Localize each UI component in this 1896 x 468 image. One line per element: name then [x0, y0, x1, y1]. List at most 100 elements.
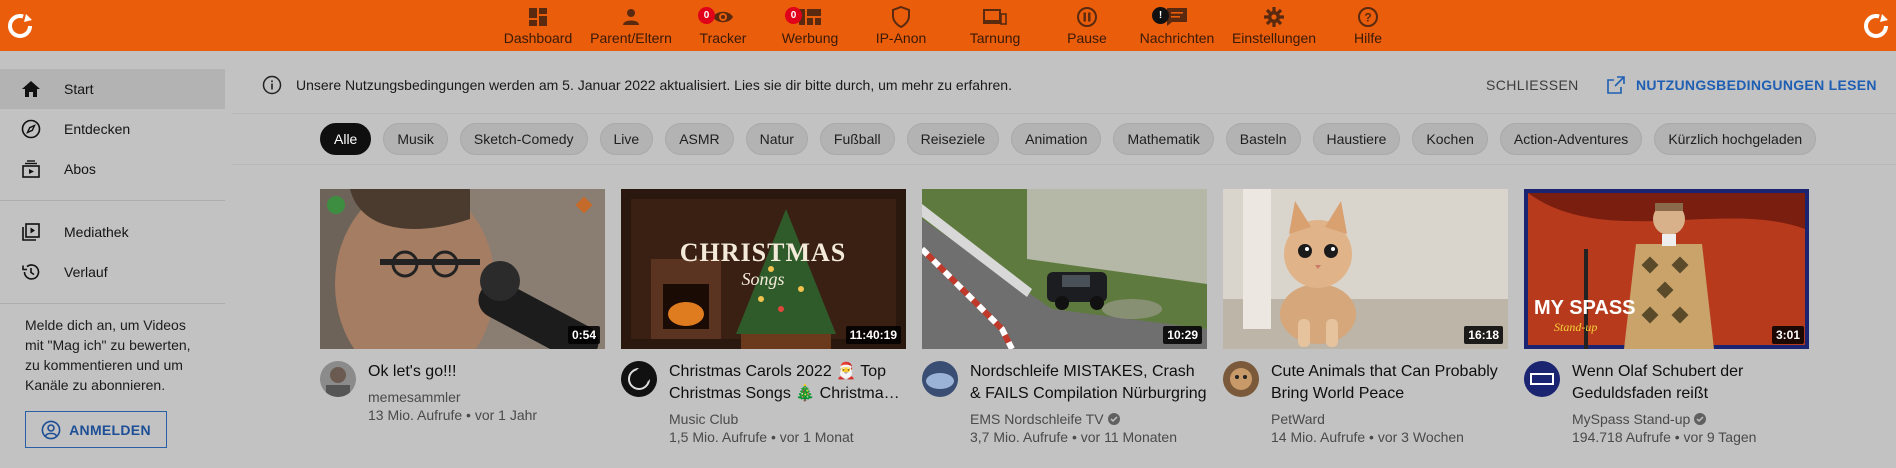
video-card[interactable]: CHRISTMAS Songs 11:40:19 Christmas Carol… — [621, 189, 906, 445]
channel-name[interactable]: Music Club — [669, 411, 738, 427]
sidebar: Start Entdecken Abos Mediathek Verlauf M… — [0, 51, 232, 468]
chip-action-adventures[interactable]: Action-Adventures — [1499, 123, 1643, 155]
video-thumbnail[interactable]: CHRISTMAS Songs 11:40:19 — [621, 189, 906, 349]
channel-name[interactable]: PetWard — [1271, 411, 1325, 427]
toolbar-dashboard[interactable]: Dashboard — [495, 0, 581, 51]
refresh-icon[interactable] — [4, 10, 36, 42]
chip-alle[interactable]: Alle — [320, 123, 372, 155]
channel-avatar[interactable] — [1524, 361, 1560, 397]
chip-animation[interactable]: Animation — [1011, 123, 1102, 155]
message-alert-badge: ! — [1152, 7, 1169, 24]
toolbar-ip-anon[interactable]: IP-Anon — [855, 0, 947, 51]
thumb-text: CHRISTMAS — [680, 238, 846, 267]
channel-avatar[interactable] — [320, 361, 356, 397]
channel-avatar[interactable] — [922, 361, 958, 397]
toolbar-label: Tracker — [699, 30, 747, 46]
banner-message: Unsere Nutzungsbedingungen werden am 5. … — [296, 77, 1012, 93]
sidebar-item-label: Mediathek — [64, 224, 129, 240]
video-stats: 1,5 Mio. Aufrufe • vor 1 Monat — [669, 429, 854, 445]
sidebar-item-label: Entdecken — [64, 121, 131, 137]
chip-sketch-comedy[interactable]: Sketch-Comedy — [459, 123, 588, 155]
video-title[interactable]: Ok let's go!!! — [368, 361, 605, 383]
toolbar-parent[interactable]: Parent/Eltern — [581, 0, 681, 51]
channel-name[interactable]: memesammler — [368, 389, 461, 405]
video-thumbnail[interactable]: 16:18 — [1223, 189, 1508, 349]
chip-reiseziele[interactable]: Reiseziele — [906, 123, 1000, 155]
history-icon — [20, 261, 42, 283]
chip-basteln[interactable]: Basteln — [1225, 123, 1301, 155]
sidebar-item-start[interactable]: Start — [0, 69, 225, 109]
sidebar-item-entdecken[interactable]: Entdecken — [0, 109, 232, 149]
video-title[interactable]: Wenn Olaf Schubert der Geduldsfaden reiß… — [1572, 361, 1809, 405]
ad-grid-icon — [799, 9, 821, 25]
video-duration: 10:29 — [1163, 326, 1202, 344]
video-grid: 0:54 Ok let's go!!! memesammler 13 Mio. … — [320, 189, 1809, 445]
video-card[interactable]: 0:54 Ok let's go!!! memesammler 13 Mio. … — [320, 189, 605, 445]
chip-mathematik[interactable]: Mathematik — [1113, 123, 1214, 155]
video-thumbnail[interactable]: MY SPASS Stand-up 3:01 — [1524, 189, 1809, 349]
video-title[interactable]: Nordschleife MISTAKES, Crash & FAILS Com… — [970, 361, 1207, 405]
toolbar-label: IP-Anon — [875, 30, 927, 46]
video-stats: 13 Mio. Aufrufe • vor 1 Jahr — [368, 407, 538, 423]
channel-name[interactable]: MySpass Stand-up — [1572, 411, 1690, 427]
sidebar-item-label: Verlauf — [64, 264, 108, 280]
read-terms-link[interactable]: NUTZUNGSBEDINGUNGEN LESEN — [1606, 75, 1877, 95]
video-stats: 3,7 Mio. Aufrufe • vor 11 Monaten — [970, 429, 1177, 445]
extension-toolbar: Dashboard Parent/Eltern 0 Tracker 0 Werb… — [0, 0, 1896, 51]
video-card[interactable]: MY SPASS Stand-up 3:01 Wenn Olaf Schuber… — [1524, 189, 1809, 445]
banner-close-button[interactable]: SCHLIESSEN — [1486, 77, 1579, 93]
pause-icon — [1077, 7, 1097, 27]
info-icon — [262, 75, 282, 95]
toolbar-label: Pause — [1067, 30, 1107, 46]
sidebar-divider — [0, 200, 225, 201]
sidebar-item-verlauf[interactable]: Verlauf — [0, 252, 232, 292]
channel-avatar[interactable] — [621, 361, 657, 397]
video-card[interactable]: 10:29 Nordschleife MISTAKES, Crash & FAI… — [922, 189, 1207, 445]
video-title[interactable]: Cute Animals that Can Probably Bring Wor… — [1271, 361, 1508, 405]
message-icon — [1167, 8, 1187, 26]
sidebar-item-abos[interactable]: Abos — [0, 149, 232, 189]
video-duration: 3:01 — [1771, 326, 1804, 344]
chip-asmr[interactable]: ASMR — [665, 123, 734, 155]
toolbar-einstellungen[interactable]: Einstellungen — [1223, 0, 1325, 51]
verified-icon — [1107, 413, 1120, 425]
sidebar-item-label: Abos — [64, 161, 96, 177]
video-title[interactable]: Christmas Carols 2022 🎅 Top Christmas So… — [669, 361, 906, 405]
person-icon — [623, 9, 639, 25]
signin-button[interactable]: ANMELDEN — [25, 411, 167, 448]
chip-haustiere[interactable]: Haustiere — [1312, 123, 1401, 155]
toolbar-label: Werbung — [781, 30, 839, 46]
devices-icon — [983, 9, 1007, 25]
toolbar-tracker[interactable]: 0 Tracker — [681, 0, 765, 51]
home-icon — [20, 78, 42, 100]
subscriptions-icon — [20, 158, 42, 180]
thumb-text: Songs — [741, 269, 784, 289]
channel-name[interactable]: EMS Nordschleife TV — [970, 411, 1104, 427]
gear-icon — [1264, 7, 1284, 27]
channel-avatar[interactable] — [1223, 361, 1259, 397]
refresh-icon[interactable] — [1860, 10, 1892, 42]
toolbar-label: Parent/Eltern — [590, 30, 672, 46]
toolbar-nachrichten[interactable]: ! Nachrichten — [1131, 0, 1223, 51]
chip-kuerzlich-hochgeladen[interactable]: Kürzlich hochgeladen — [1654, 123, 1817, 155]
sidebar-item-mediathek[interactable]: Mediathek — [0, 212, 232, 252]
video-card[interactable]: 16:18 Cute Animals that Can Probably Bri… — [1223, 189, 1508, 445]
video-thumbnail[interactable]: 0:54 — [320, 189, 605, 349]
tracker-count-badge: 0 — [698, 7, 715, 24]
chip-live[interactable]: Live — [599, 123, 654, 155]
compass-icon — [20, 118, 42, 140]
toolbar-hilfe[interactable]: ? Hilfe — [1325, 0, 1411, 51]
video-thumbnail[interactable]: 10:29 — [922, 189, 1207, 349]
banner-divider — [232, 113, 1896, 114]
chip-natur[interactable]: Natur — [745, 123, 808, 155]
video-duration: 0:54 — [567, 326, 600, 344]
library-icon — [20, 221, 42, 243]
toolbar-werbung[interactable]: 0 Werbung — [765, 0, 855, 51]
chip-fussball[interactable]: Fußball — [819, 123, 895, 155]
chip-kochen[interactable]: Kochen — [1412, 123, 1488, 155]
chips-divider — [232, 164, 1896, 165]
chip-musik[interactable]: Musik — [383, 123, 448, 155]
toolbar-tarnung[interactable]: Tarnung — [947, 0, 1043, 51]
toolbar-pause[interactable]: Pause — [1043, 0, 1131, 51]
video-stats: 14 Mio. Aufrufe • vor 3 Wochen — [1271, 429, 1464, 445]
